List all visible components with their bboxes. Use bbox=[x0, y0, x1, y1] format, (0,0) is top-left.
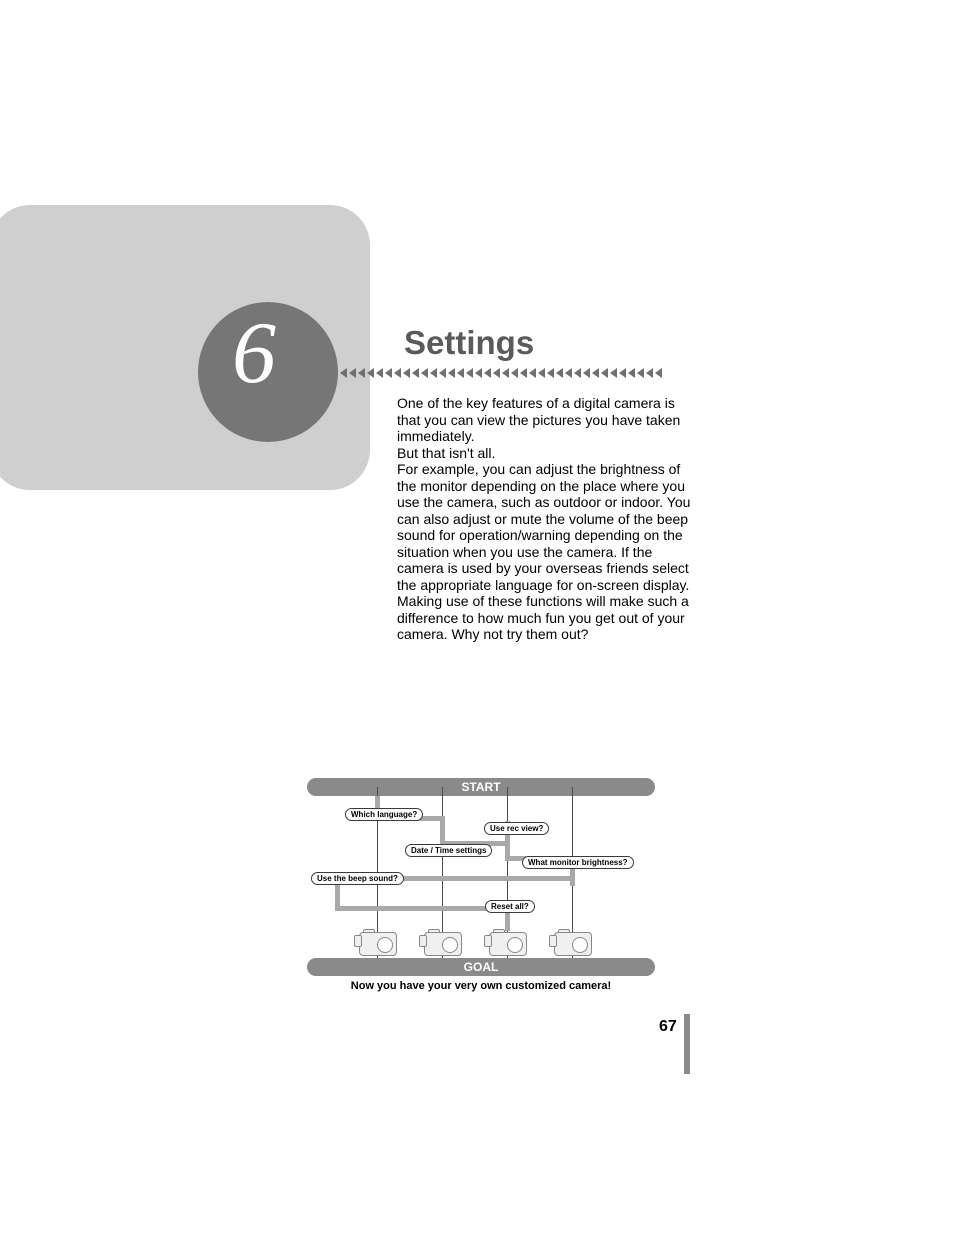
flow-node-beep: Use the beep sound? bbox=[311, 872, 404, 885]
camera-icon bbox=[357, 928, 397, 954]
body-paragraph: For example, you can adjust the brightne… bbox=[397, 461, 690, 642]
flow-node-reset: Reset all? bbox=[485, 900, 535, 913]
flowchart-caption: Now you have your very own customized ca… bbox=[307, 980, 655, 992]
body-text: One of the key features of a digital cam… bbox=[397, 395, 693, 643]
manual-page: 6 Settings One of the key features of a … bbox=[0, 0, 954, 1235]
flow-node-datetime: Date / Time settings bbox=[405, 844, 492, 857]
page-number: 67 bbox=[659, 1018, 677, 1036]
thumb-tab bbox=[684, 1014, 690, 1074]
camera-icon bbox=[487, 928, 527, 954]
body-paragraph: One of the key features of a digital cam… bbox=[397, 395, 680, 444]
flow-path bbox=[335, 906, 510, 911]
camera-icon bbox=[552, 928, 592, 954]
flowchart-start-bar: START bbox=[307, 778, 655, 796]
page-title: Settings bbox=[404, 324, 534, 362]
flow-node-brightness: What monitor brightness? bbox=[522, 856, 634, 869]
decorative-arrow-row bbox=[340, 368, 700, 380]
flowchart-goal-bar: GOAL bbox=[307, 958, 655, 976]
flow-node-language: Which language? bbox=[345, 808, 423, 821]
camera-icon bbox=[422, 928, 462, 954]
body-paragraph: But that isn't all. bbox=[397, 445, 495, 461]
chapter-number: 6 bbox=[232, 310, 276, 398]
flow-node-recview: Use rec view? bbox=[484, 822, 549, 835]
flowchart: START Which language? Use rec view? Date… bbox=[307, 778, 655, 978]
